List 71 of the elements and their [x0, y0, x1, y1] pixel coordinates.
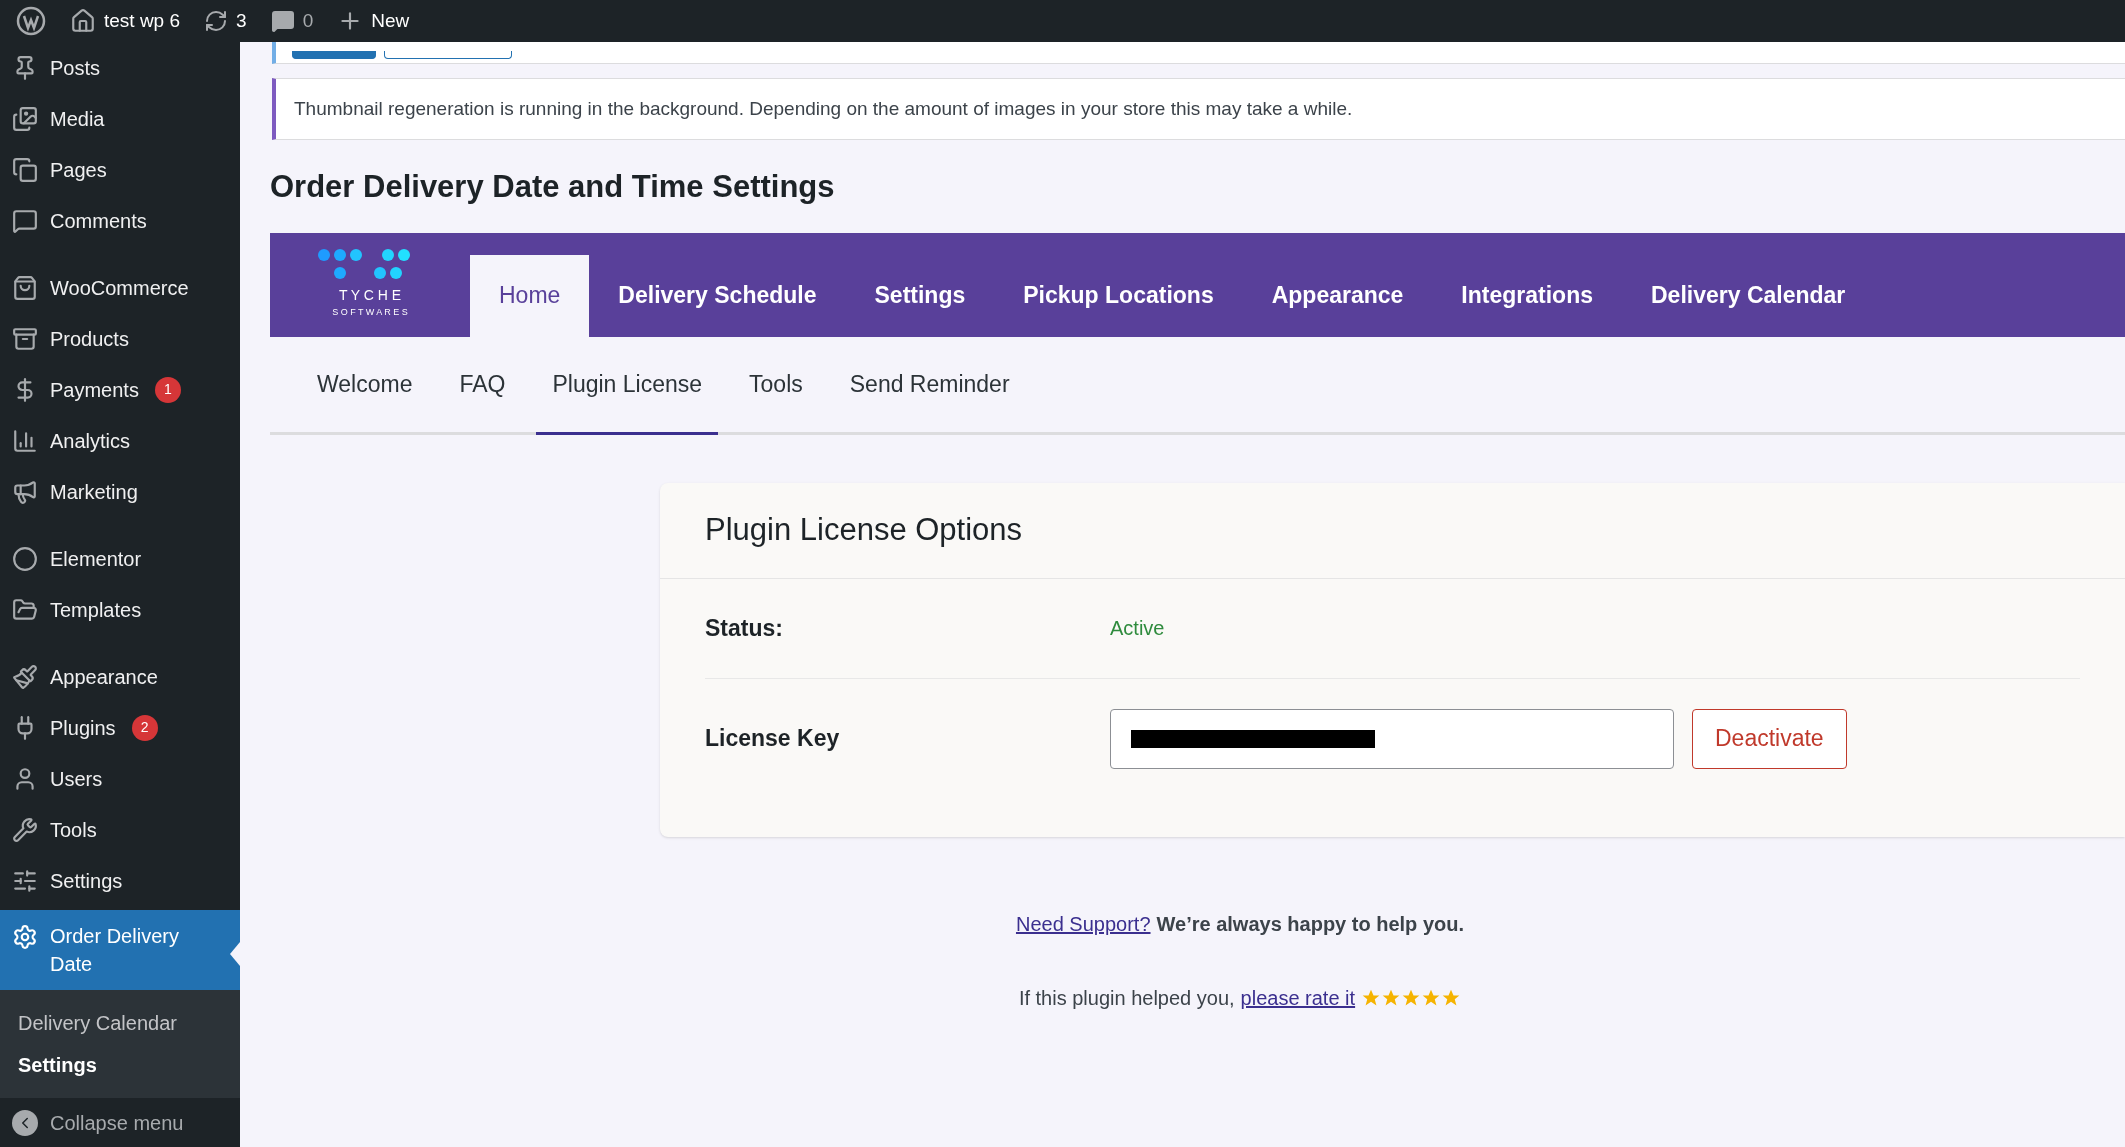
- sub-tab[interactable]: Tools: [733, 336, 819, 435]
- home-icon: [70, 8, 96, 34]
- sidebar-item[interactable]: Elementor: [0, 533, 240, 584]
- submenu-item[interactable]: Delivery Calendar: [0, 1002, 240, 1044]
- status-value: Active: [1110, 616, 1165, 641]
- sidebar-item[interactable]: Analytics: [0, 415, 240, 466]
- site-name-link[interactable]: test wp 6: [104, 6, 181, 36]
- sidebar-item[interactable]: Media: [0, 93, 240, 144]
- rate-text: If this plugin helped you,: [1018, 985, 1235, 1011]
- menu-icon: [12, 545, 38, 572]
- collapse-menu-link[interactable]: Collapse menu: [50, 1107, 184, 1138]
- logo-name: T Y C H E: [338, 286, 402, 306]
- menu-icon: [12, 274, 38, 301]
- notice: Thumbnail regeneration is running in the background. Depending on the amount of images in your store this may take a while.: [272, 78, 2125, 140]
- sub-tab[interactable]: Send Reminder: [833, 336, 1026, 435]
- sidebar-item[interactable]: Plugins 2: [0, 702, 240, 753]
- sidebar-item-active[interactable]: Order Delivery Date: [0, 910, 240, 990]
- nav-tab[interactable]: Integrations: [1432, 254, 1622, 337]
- sub-tab[interactable]: FAQ: [443, 336, 522, 435]
- sidebar-item[interactable]: Users: [0, 753, 240, 804]
- rate-link[interactable]: please rate it: [1240, 982, 1356, 1013]
- sidebar-item[interactable]: WooCommerce: [0, 262, 240, 313]
- current-page-pointer: [230, 942, 240, 966]
- menu-icon: [12, 207, 38, 234]
- wordpress-logo-icon[interactable]: [16, 6, 46, 36]
- deactivate-button[interactable]: Deactivate: [1692, 708, 1847, 769]
- menu-icon: [12, 596, 38, 623]
- page-title: Order Delivery Date and Time Settings: [270, 168, 836, 206]
- submenu-item[interactable]: Settings: [0, 1044, 240, 1086]
- updates-count[interactable]: 3: [236, 6, 247, 36]
- license-key-label: License Key: [705, 724, 841, 754]
- sidebar-item[interactable]: Pages: [0, 144, 240, 195]
- sidebar-item[interactable]: Marketing: [0, 466, 240, 517]
- sidebar-item[interactable]: Posts: [0, 42, 240, 93]
- menu-icon: [12, 156, 38, 183]
- sidebar-item[interactable]: Tools: [0, 804, 240, 855]
- card-title: Plugin License Options: [660, 482, 2125, 579]
- sub-tab[interactable]: Welcome: [301, 336, 429, 435]
- menu-icon: [12, 816, 38, 843]
- collapse-icon: [12, 1109, 38, 1136]
- menu-icon: [12, 663, 38, 690]
- sidebar-item[interactable]: Payments 1: [0, 364, 240, 415]
- sidebar-item[interactable]: Settings: [0, 855, 240, 906]
- nav-tab[interactable]: Appearance: [1242, 254, 1433, 337]
- new-link[interactable]: New: [371, 6, 410, 36]
- nav-tab[interactable]: Delivery Calendar: [1622, 254, 1875, 337]
- menu-icon: [12, 867, 38, 894]
- status-label: Status:: [705, 613, 784, 643]
- sub-tab[interactable]: Plugin License: [536, 336, 719, 435]
- nav-tab[interactable]: Pickup Locations: [994, 254, 1243, 337]
- support-link[interactable]: Need Support?: [1015, 908, 1151, 939]
- license-key-field[interactable]: [1110, 708, 1674, 769]
- menu-icon: [12, 325, 38, 352]
- logo-subtitle: S O F T W A R E S: [332, 306, 408, 320]
- support-text: We’re always happy to help you.: [1156, 911, 1464, 937]
- sidebar-item[interactable]: Appearance: [0, 651, 240, 702]
- menu-icon: [12, 478, 38, 505]
- gear-icon: [12, 924, 38, 950]
- updates-icon: [204, 9, 229, 33]
- comment-icon: [270, 9, 295, 33]
- comments-count[interactable]: 0: [302, 6, 314, 36]
- nav-tab[interactable]: Settings: [845, 254, 995, 337]
- menu-icon: [12, 105, 38, 132]
- count-badge: 2: [131, 714, 158, 741]
- nav-tab[interactable]: Home: [470, 254, 590, 337]
- sidebar-item[interactable]: Products: [0, 313, 240, 364]
- sidebar-item[interactable]: Templates: [0, 584, 240, 635]
- nav-tab[interactable]: Delivery Schedule: [589, 254, 846, 337]
- sidebar-item[interactable]: Comments: [0, 195, 240, 246]
- menu-icon: [12, 427, 38, 454]
- count-badge: 1: [154, 376, 181, 403]
